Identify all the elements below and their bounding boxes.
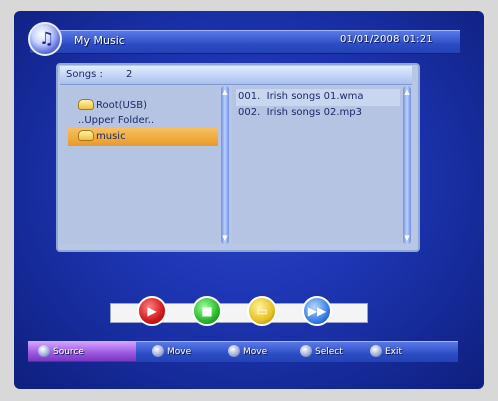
fast-forward-icon: ▶▶ xyxy=(307,304,327,318)
folder-icon xyxy=(78,130,94,141)
scroll-up-icon[interactable]: ▲ xyxy=(403,88,411,96)
help-source[interactable]: Source xyxy=(38,345,84,357)
folder-item[interactable]: Root(USB) xyxy=(78,98,147,114)
file-scrollbar[interactable]: ▲ ▼ xyxy=(403,86,411,244)
folder-scrollbar[interactable]: ▲ ▼ xyxy=(221,86,229,244)
datetime: 01/01/2008 01:21 xyxy=(340,34,433,45)
leftright-key-icon xyxy=(228,345,240,357)
file-item[interactable]: 001. Irish songs 01.wma xyxy=(238,89,364,105)
repeat-button[interactable]: ▭ xyxy=(247,296,277,326)
ok-key-icon xyxy=(300,345,312,357)
page-title: My Music xyxy=(74,34,125,47)
source-key-icon xyxy=(38,345,50,357)
folder-item-selected[interactable]: music xyxy=(78,129,126,145)
stop-icon: ■ xyxy=(201,304,213,318)
scroll-up-icon[interactable]: ▲ xyxy=(221,88,229,96)
fast-forward-button[interactable]: ▶▶ xyxy=(302,296,332,326)
folder-item[interactable]: ..Upper Folder.. xyxy=(78,113,154,129)
songs-count: 2 xyxy=(126,69,133,80)
scroll-down-icon[interactable]: ▼ xyxy=(221,234,229,242)
scroll-down-icon[interactable]: ▼ xyxy=(403,234,411,242)
help-move-horizontal[interactable]: Move xyxy=(228,345,267,357)
exit-key-icon xyxy=(370,345,382,357)
play-button[interactable]: ▶ xyxy=(137,296,167,326)
help-select[interactable]: Select xyxy=(300,345,343,357)
music-logo-icon: ♫ xyxy=(28,22,62,56)
file-item[interactable]: 002. Irish songs 02.mp3 xyxy=(238,105,362,121)
updown-key-icon xyxy=(152,345,164,357)
help-exit[interactable]: Exit xyxy=(370,345,402,357)
stop-button[interactable]: ■ xyxy=(192,296,222,326)
songs-label: Songs : xyxy=(66,69,103,80)
songs-header xyxy=(60,66,412,85)
repeat-icon: ▭ xyxy=(256,304,268,318)
play-icon: ▶ xyxy=(147,304,157,318)
help-move-vertical[interactable]: Move xyxy=(152,345,191,357)
folder-icon xyxy=(78,99,94,110)
